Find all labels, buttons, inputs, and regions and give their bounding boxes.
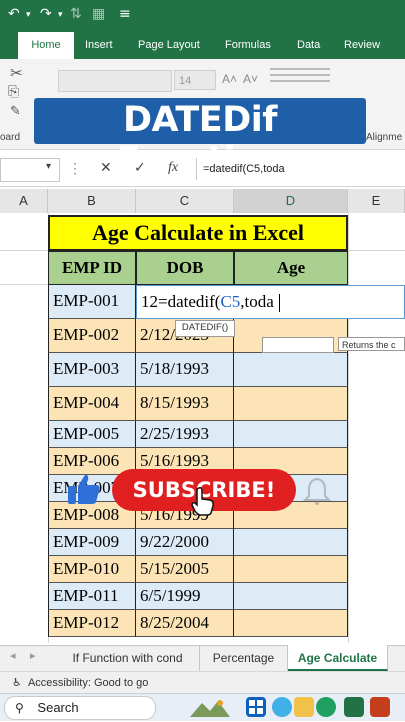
emp-id-cell[interactable]: EMP-009 xyxy=(48,529,136,556)
emp-id-cell[interactable]: EMP-010 xyxy=(48,556,136,583)
windows-start-icon[interactable] xyxy=(246,697,266,717)
taskbar-search[interactable]: ⚲ Search xyxy=(4,696,156,720)
name-box-dropdown-icon[interactable]: ▾ xyxy=(46,161,51,172)
grid-line xyxy=(0,250,48,251)
clipboard-group-label: oard xyxy=(0,132,21,143)
emp-id-cell[interactable]: EMP-004 xyxy=(48,387,136,421)
dob-cell[interactable]: 6/5/1999 xyxy=(136,583,234,610)
font-name-select[interactable] xyxy=(58,70,172,92)
edit-formula-start: =datedif( xyxy=(158,292,221,311)
align-middle-lines-icon[interactable] xyxy=(270,74,330,76)
grid-line xyxy=(0,284,48,285)
chrome-icon[interactable] xyxy=(316,697,336,717)
search-icon: ⚲ xyxy=(15,701,24,715)
decrease-font-icon[interactable]: A˅ xyxy=(243,72,258,86)
tab-formulas[interactable]: Formulas xyxy=(225,39,271,51)
edit-formula-end: ,toda xyxy=(240,292,274,311)
header-emp-id[interactable]: EMP ID xyxy=(48,251,136,285)
enter-icon[interactable]: ✓ xyxy=(134,160,146,176)
column-header-e[interactable]: E xyxy=(348,189,405,213)
sheet-tab-percentage[interactable]: Percentage xyxy=(200,645,288,671)
emp-id-cell[interactable]: EMP-011 xyxy=(48,583,136,610)
age-cell[interactable] xyxy=(234,610,348,637)
tab-home[interactable]: Home xyxy=(18,32,74,59)
copy-icon[interactable]: ⎘ xyxy=(8,84,19,100)
header-age[interactable]: Age xyxy=(234,251,348,285)
redo-icon[interactable]: ↷ xyxy=(40,6,52,22)
hand-pointer-icon xyxy=(191,487,214,516)
tab-review[interactable]: Review xyxy=(344,39,380,51)
dob-cell[interactable]: 8/15/1993 xyxy=(136,387,234,421)
insert-function-icon[interactable]: fx xyxy=(168,160,178,176)
excel-taskbar-icon[interactable] xyxy=(344,697,364,717)
tab-page-layout[interactable]: Page Layout xyxy=(138,39,200,51)
thumbs-up-icon xyxy=(68,474,100,504)
sheet-scroll-right-icon[interactable]: ▸ xyxy=(30,649,36,662)
dob-cell[interactable]: 9/22/2000 xyxy=(136,529,234,556)
emp-id-cell[interactable]: EMP-003 xyxy=(48,353,136,387)
increase-font-icon[interactable]: A˄ xyxy=(222,72,237,86)
header-dob[interactable]: DOB xyxy=(136,251,234,285)
file-explorer-icon[interactable] xyxy=(294,697,314,717)
edit-partial-value: 12 xyxy=(141,292,158,311)
powerpoint-taskbar-icon[interactable] xyxy=(370,697,390,717)
undo-icon[interactable]: ↶ xyxy=(8,6,20,22)
landscape-widget-icon[interactable] xyxy=(190,697,230,717)
sheet-title-cell[interactable]: Age Calculate in Excel xyxy=(48,215,348,251)
chevron-down-icon[interactable]: ▾ xyxy=(58,10,63,20)
dob-cell[interactable]: 5/18/1993 xyxy=(136,353,234,387)
grid-line xyxy=(348,213,349,643)
customize-toolbar-icon[interactable]: ≡ xyxy=(119,6,131,22)
age-cell[interactable] xyxy=(234,421,348,448)
formula-input[interactable]: =datedif(C5,toda xyxy=(196,158,405,180)
emp-id-cell[interactable]: EMP-001 xyxy=(48,285,136,319)
emp-id-cell[interactable]: EMP-012 xyxy=(48,610,136,637)
cancel-icon[interactable]: ✕ xyxy=(100,160,112,176)
bell-icon xyxy=(302,477,332,505)
age-cell[interactable] xyxy=(234,529,348,556)
status-bar: ♿ Accessibility: Good to go xyxy=(0,671,405,694)
filter-icon[interactable]: ▦ xyxy=(92,6,105,22)
sheet-tab-if-function[interactable]: If Function with cond xyxy=(56,645,200,671)
more-options-icon: ⋮ xyxy=(68,160,82,176)
age-cell[interactable] xyxy=(234,387,348,421)
align-bottom-lines-icon[interactable] xyxy=(270,80,330,82)
accessibility-icon: ♿ xyxy=(12,676,22,689)
tab-insert[interactable]: Insert xyxy=(85,39,113,51)
font-size-select[interactable]: 14 xyxy=(174,70,216,90)
editing-cell[interactable]: 12=datedif(C5,toda xyxy=(136,285,405,319)
cut-icon[interactable]: ✂ xyxy=(10,64,23,82)
search-label: Search xyxy=(37,700,79,715)
age-cell[interactable] xyxy=(234,583,348,610)
align-top-lines-icon[interactable] xyxy=(270,68,330,70)
function-description: Returns the c xyxy=(338,337,405,351)
tab-data[interactable]: Data xyxy=(297,39,320,51)
function-tooltip[interactable]: DATEDIF() xyxy=(175,320,235,337)
alignment-group-label: Alignme xyxy=(366,132,403,143)
chevron-down-icon[interactable]: ▾ xyxy=(26,10,31,20)
column-header-b[interactable]: B xyxy=(48,189,136,213)
format-painter-icon[interactable]: ✎ xyxy=(10,104,21,119)
dob-cell[interactable]: 5/15/2005 xyxy=(136,556,234,583)
emp-id-cell[interactable]: EMP-005 xyxy=(48,421,136,448)
edge-browser-icon[interactable] xyxy=(272,697,292,717)
sort-icon[interactable]: ⇅ xyxy=(70,6,82,22)
text-cursor xyxy=(278,294,280,313)
column-header-c[interactable]: C xyxy=(136,189,234,213)
grid-line xyxy=(348,250,405,251)
age-cell[interactable] xyxy=(234,353,348,387)
column-header-a[interactable]: A xyxy=(0,189,48,213)
dob-cell[interactable]: 2/25/1993 xyxy=(136,421,234,448)
column-header-d[interactable]: D xyxy=(234,189,348,213)
sheet-scroll-left-icon[interactable]: ◂ xyxy=(10,649,16,662)
dob-cell[interactable]: 8/25/2004 xyxy=(136,610,234,637)
edit-formula-ref: C5 xyxy=(220,292,241,311)
sheet-tab-age-calculate[interactable]: Age Calculate xyxy=(288,645,388,671)
accessibility-status[interactable]: Accessibility: Good to go xyxy=(28,677,148,689)
age-cell[interactable] xyxy=(234,556,348,583)
emp-id-cell[interactable]: EMP-002 xyxy=(48,319,136,353)
autocomplete-box[interactable] xyxy=(262,337,334,353)
